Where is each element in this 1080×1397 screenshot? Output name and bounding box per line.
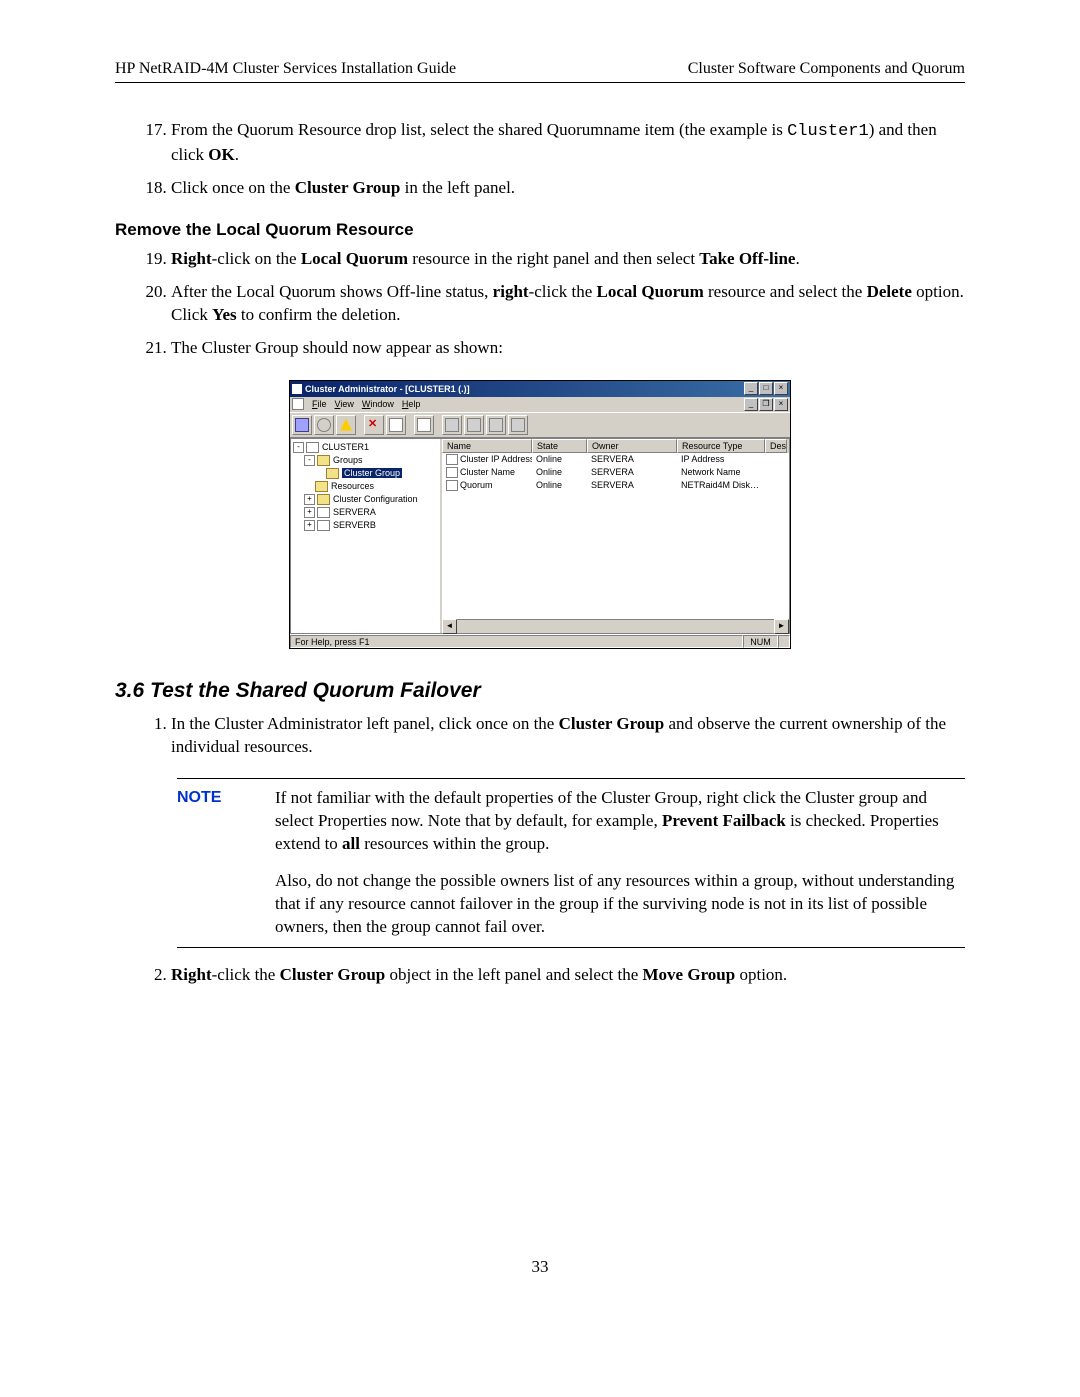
col-owner[interactable]: Owner [587, 439, 677, 453]
menubar: File View Window Help _ ❐ × [290, 397, 790, 412]
expand-icon[interactable]: + [304, 494, 315, 505]
tree-resources[interactable]: Resources [331, 481, 374, 491]
step-19: Right-click on the Local Quorum resource… [171, 248, 965, 271]
step-21: The Cluster Group should now appear as s… [171, 337, 965, 360]
delete-button[interactable]: ✕ [364, 415, 384, 435]
cluster-icon [306, 442, 319, 453]
tree-serverb[interactable]: SERVERB [333, 520, 376, 530]
steps-block-b: Right-click on the Local Quorum resource… [115, 248, 965, 360]
folder-icon [317, 455, 330, 466]
steps-block-a: From the Quorum Resource drop list, sele… [115, 119, 965, 200]
list-panel: Name State Owner Resource Type Des Clust… [442, 439, 789, 633]
toolbar-button-9[interactable] [486, 415, 506, 435]
section-heading: 3.6 Test the Shared Quorum Failover [115, 679, 965, 703]
toolbar: ✕ [290, 412, 790, 438]
toolbar-button-2[interactable] [314, 415, 334, 435]
column-headers: Name State Owner Resource Type Des [442, 439, 789, 453]
tree-root[interactable]: CLUSTER1 [322, 442, 369, 452]
toolbar-button-3[interactable] [336, 415, 356, 435]
col-desc[interactable]: Des [765, 439, 787, 453]
col-name[interactable]: Name [442, 439, 532, 453]
steps-block-c: In the Cluster Administrator left panel,… [115, 713, 965, 759]
folder-icon [317, 494, 330, 505]
resource-icon [446, 454, 458, 465]
tree-cluster-config[interactable]: Cluster Configuration [333, 494, 418, 504]
page-header: HP NetRAID-4M Cluster Services Installat… [115, 60, 965, 83]
h-scrollbar[interactable]: ◄ ► [442, 619, 789, 633]
mdi-restore-button[interactable]: ❐ [759, 398, 773, 411]
tree-cluster-group[interactable]: Cluster Group [342, 468, 402, 478]
resize-grip[interactable] [778, 635, 790, 648]
tree-groups[interactable]: Groups [333, 455, 363, 465]
toolbar-button-7[interactable] [442, 415, 462, 435]
list-row[interactable]: Quorum Online SERVERA NETRaid4M Disk… [442, 479, 789, 492]
step-c1: In the Cluster Administrator left panel,… [171, 713, 965, 759]
toolbar-button-1[interactable] [292, 415, 312, 435]
mdi-close-button[interactable]: × [774, 398, 788, 411]
remove-quorum-heading: Remove the Local Quorum Resource [115, 220, 965, 240]
mdi-minimize-button[interactable]: _ [744, 398, 758, 411]
folder-open-icon [326, 468, 339, 479]
status-bar: For Help, press F1 NUM [290, 634, 790, 648]
properties-button[interactable] [386, 415, 406, 435]
list-row[interactable]: Cluster IP Address Online SERVERA IP Add… [442, 453, 789, 466]
col-type[interactable]: Resource Type [677, 439, 765, 453]
toolbar-button-6[interactable] [414, 415, 434, 435]
collapse-icon[interactable]: - [293, 442, 304, 453]
note-block: NOTE If not familiar with the default pr… [177, 778, 965, 948]
toolbar-button-10[interactable] [508, 415, 528, 435]
steps-block-d: Right-click the Cluster Group object in … [115, 964, 965, 987]
collapse-icon[interactable]: - [304, 455, 315, 466]
step-17: From the Quorum Resource drop list, sele… [171, 119, 965, 167]
window-title: Cluster Administrator - [CLUSTER1 (.)] [305, 384, 744, 394]
cluster-admin-window: Cluster Administrator - [CLUSTER1 (.)] _… [289, 380, 791, 649]
menu-view[interactable]: View [335, 399, 354, 409]
minimize-button[interactable]: _ [744, 382, 758, 395]
resource-icon [446, 467, 458, 478]
tree-panel[interactable]: -CLUSTER1 -Groups Cluster Group Resource… [291, 439, 442, 633]
folder-icon [315, 481, 328, 492]
app-icon [292, 384, 302, 394]
expand-icon[interactable]: + [304, 520, 315, 531]
scroll-left-icon[interactable]: ◄ [442, 619, 457, 634]
note-text: If not familiar with the default propert… [275, 787, 965, 939]
step-18: Click once on the Cluster Group in the l… [171, 177, 965, 200]
col-state[interactable]: State [532, 439, 587, 453]
step-20: After the Local Quorum shows Off-line st… [171, 281, 965, 327]
mdi-icon[interactable] [292, 398, 304, 410]
titlebar[interactable]: Cluster Administrator - [CLUSTER1 (.)] _… [290, 381, 790, 397]
menu-file[interactable]: File [312, 399, 327, 409]
close-button[interactable]: × [774, 382, 788, 395]
page-number: 33 [115, 1257, 965, 1277]
menu-window[interactable]: Window [362, 399, 394, 409]
step-d2: Right-click the Cluster Group object in … [171, 964, 965, 987]
maximize-button[interactable]: □ [759, 382, 773, 395]
list-row[interactable]: Cluster Name Online SERVERA Network Name [442, 466, 789, 479]
toolbar-button-8[interactable] [464, 415, 484, 435]
note-label: NOTE [177, 787, 275, 939]
expand-icon[interactable]: + [304, 507, 315, 518]
status-text: For Help, press F1 [290, 635, 743, 648]
menu-help[interactable]: Help [402, 399, 421, 409]
scroll-right-icon[interactable]: ► [774, 619, 789, 634]
header-right: Cluster Software Components and Quorum [688, 60, 965, 78]
header-left: HP NetRAID-4M Cluster Services Installat… [115, 60, 456, 78]
resource-icon [446, 480, 458, 491]
num-lock-indicator: NUM [743, 635, 778, 648]
server-icon [317, 507, 330, 518]
server-icon [317, 520, 330, 531]
tree-servera[interactable]: SERVERA [333, 507, 376, 517]
